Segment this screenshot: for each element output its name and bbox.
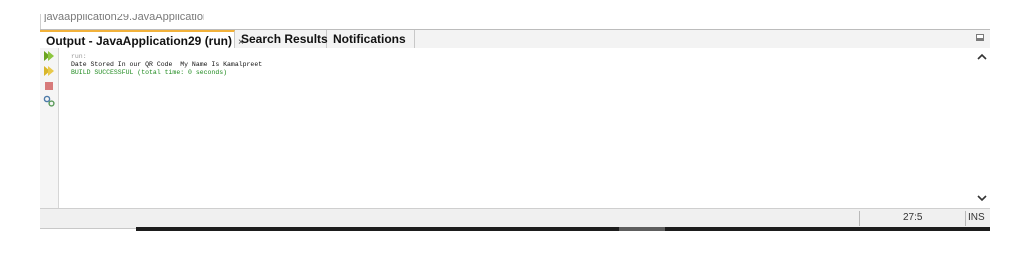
insert-mode: INS (968, 212, 985, 223)
console-line: run: (71, 53, 87, 60)
window-breadcrumb: javaapplication29.JavaApplication29 (44, 14, 204, 22)
output-console[interactable]: run: Date Stored In our QR Code My Name … (59, 48, 973, 209)
tab-output[interactable]: Output - JavaApplication29 (run) × (40, 30, 244, 49)
output-toolbar (40, 48, 59, 208)
console-line: Date Stored In our QR Code My Name Is Ka… (71, 61, 263, 68)
tab-notifications-label: Notifications (333, 32, 406, 46)
horizontal-scrollbar[interactable] (136, 227, 990, 231)
tab-notifications[interactable]: Notifications (327, 30, 415, 48)
scroll-up-icon[interactable] (977, 51, 987, 63)
console-line: BUILD SUCCESSFUL (total time: 0 seconds) (71, 69, 228, 76)
status-divider (965, 211, 966, 226)
status-bar: 27:5 INS (40, 208, 990, 229)
scroll-down-icon[interactable] (977, 192, 987, 204)
minimize-window-icon[interactable] (976, 34, 984, 41)
rerun-icon[interactable] (43, 50, 55, 62)
rerun-with-options-icon[interactable] (43, 65, 55, 77)
tab-search-results-label: Search Results (241, 32, 328, 46)
tab-search-results[interactable]: Search Results (235, 30, 328, 48)
output-tab-bar: Output - JavaApplication29 (run) × Search… (40, 29, 990, 49)
status-divider (859, 211, 860, 226)
tab-output-label: Output - JavaApplication29 (run) (46, 34, 233, 48)
vertical-scrollbar[interactable] (973, 48, 990, 208)
settings-icon[interactable] (43, 95, 55, 107)
scrollbar-thumb[interactable] (619, 227, 665, 231)
caret-position: 27:5 (903, 212, 923, 223)
stop-icon[interactable] (43, 80, 55, 92)
